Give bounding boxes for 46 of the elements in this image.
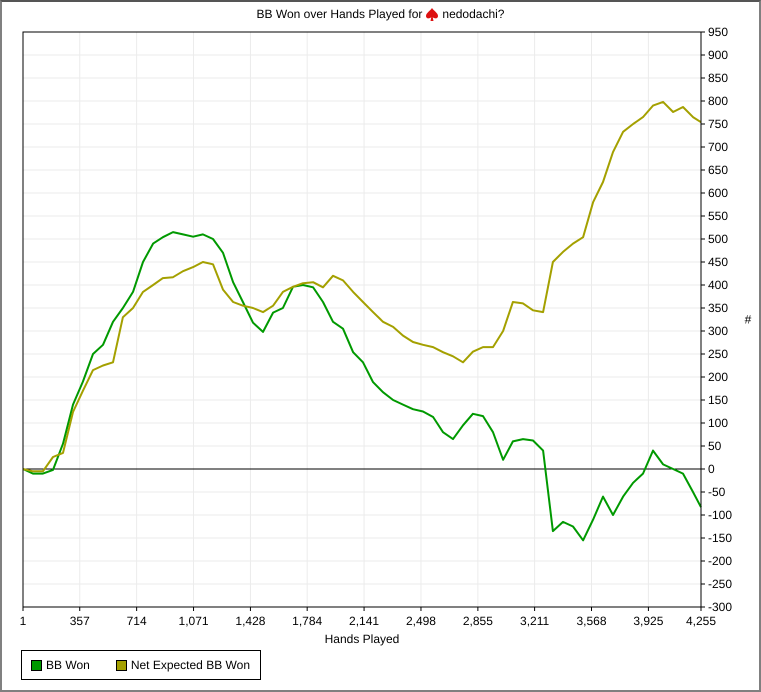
y-tick-label: 650 bbox=[708, 163, 728, 177]
x-tick-label: 4,255 bbox=[686, 614, 716, 628]
y-tick-label: -100 bbox=[708, 508, 732, 522]
chart-title: BB Won over Hands Played for bbox=[256, 7, 422, 21]
x-tick-label: 3,211 bbox=[520, 614, 550, 628]
y-tick-label: 400 bbox=[708, 278, 728, 292]
x-tick-label: 2,855 bbox=[462, 614, 493, 628]
x-tick-label: 2,498 bbox=[406, 614, 436, 628]
y-tick-label: 0 bbox=[708, 462, 715, 476]
x-axis-label: Hands Played bbox=[324, 632, 400, 646]
y-tick-label: 900 bbox=[708, 48, 728, 62]
x-tick-label: 3,568 bbox=[576, 614, 607, 628]
y-tick-label: 500 bbox=[708, 232, 728, 246]
x-tick-label: 357 bbox=[70, 614, 90, 628]
y-tick-label: 550 bbox=[708, 209, 728, 223]
x-tick-label: 3,925 bbox=[633, 614, 664, 628]
x-tick-label: 714 bbox=[126, 614, 147, 628]
y-tick-label: -250 bbox=[708, 577, 732, 591]
x-tick-label: 1,071 bbox=[178, 614, 209, 628]
y-tick-label: 350 bbox=[708, 301, 728, 315]
y-tick-label: 950 bbox=[708, 25, 728, 39]
x-tick-label: 1,428 bbox=[235, 614, 266, 628]
y-tick-label: -300 bbox=[708, 600, 732, 614]
y-axis-label: # bbox=[744, 312, 752, 326]
y-tick-label: 200 bbox=[708, 370, 728, 384]
y-tick-label: 50 bbox=[708, 439, 722, 453]
y-tick-label: 750 bbox=[708, 117, 728, 131]
y-tick-label: 600 bbox=[708, 186, 728, 200]
x-tick-label: 1 bbox=[20, 614, 26, 628]
y-tick-label: 450 bbox=[708, 255, 728, 269]
y-tick-label: 100 bbox=[708, 416, 728, 430]
legend-label: Net Expected BB Won bbox=[130, 658, 250, 672]
x-tick-label: 2,141 bbox=[349, 614, 380, 628]
y-tick-label: 850 bbox=[708, 71, 728, 85]
y-tick-label: -150 bbox=[708, 531, 732, 545]
y-tick-label: 250 bbox=[708, 347, 728, 361]
player-name: nedodachi? bbox=[442, 7, 504, 21]
x-tick-label: 1,784 bbox=[292, 614, 322, 628]
spade-icon bbox=[426, 8, 438, 20]
y-tick-label: 800 bbox=[708, 94, 728, 108]
y-tick-label: -200 bbox=[708, 554, 732, 568]
y-tick-label: 150 bbox=[708, 393, 728, 407]
y-tick-label: 700 bbox=[708, 140, 728, 154]
y-tick-label: 300 bbox=[708, 324, 728, 338]
y-tick-label: -50 bbox=[708, 485, 726, 499]
legend-label: BB Won bbox=[46, 658, 90, 672]
